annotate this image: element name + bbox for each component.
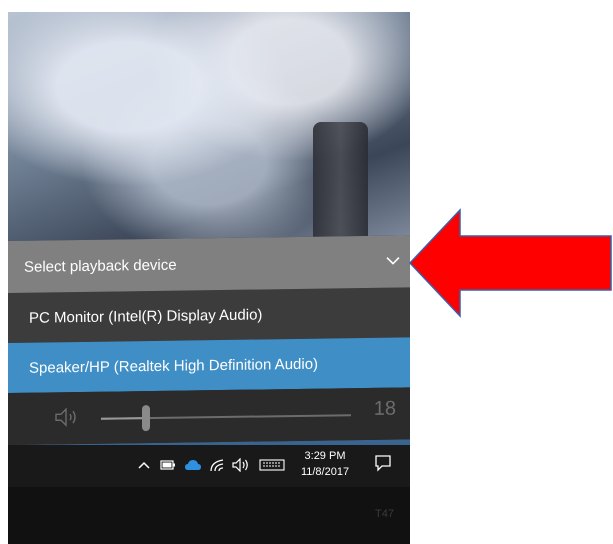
clock-date: 11/8/2017 [300, 466, 350, 478]
taskbar: 3:29 PM 11/8/2017 [8, 445, 410, 487]
chevron-up-icon[interactable] [135, 457, 153, 473]
volume-value: 18 [373, 397, 396, 420]
speaker-icon[interactable] [54, 406, 84, 428]
taskbar-clock[interactable]: 3:29 PM 11/8/2017 [296, 448, 354, 480]
red-arrow-annotation [408, 208, 612, 318]
select-playback-device-header[interactable]: Select playback device [8, 235, 410, 293]
bezel-model-label: T47 [375, 508, 394, 520]
keyboard-icon[interactable] [258, 457, 286, 473]
volume-slider-thumb[interactable] [142, 405, 150, 432]
volume-slider-fill [101, 417, 146, 420]
wifi-icon[interactable] [208, 457, 226, 473]
flyout-title: Select playback device [24, 256, 177, 276]
device-label: PC Monitor (Intel(R) Display Audio) [29, 305, 263, 327]
clock-time: 3:29 PM [304, 450, 346, 462]
onedrive-cloud-icon[interactable] [184, 457, 202, 473]
device-option-pc-monitor[interactable]: PC Monitor (Intel(R) Display Audio) [8, 287, 410, 343]
chevron-down-icon[interactable] [382, 249, 404, 271]
action-center-icon[interactable] [374, 455, 392, 472]
battery-icon[interactable] [159, 457, 177, 473]
volume-icon[interactable] [232, 457, 250, 473]
laptop-bezel [8, 487, 410, 544]
playback-device-flyout: Select playback device PC Monitor (Intel… [8, 235, 410, 445]
device-option-speaker-hp[interactable]: Speaker/HP (Realtek High Definition Audi… [8, 337, 410, 393]
device-label: Speaker/HP (Realtek High Definition Audi… [29, 355, 319, 377]
volume-row: 18 [8, 387, 410, 445]
